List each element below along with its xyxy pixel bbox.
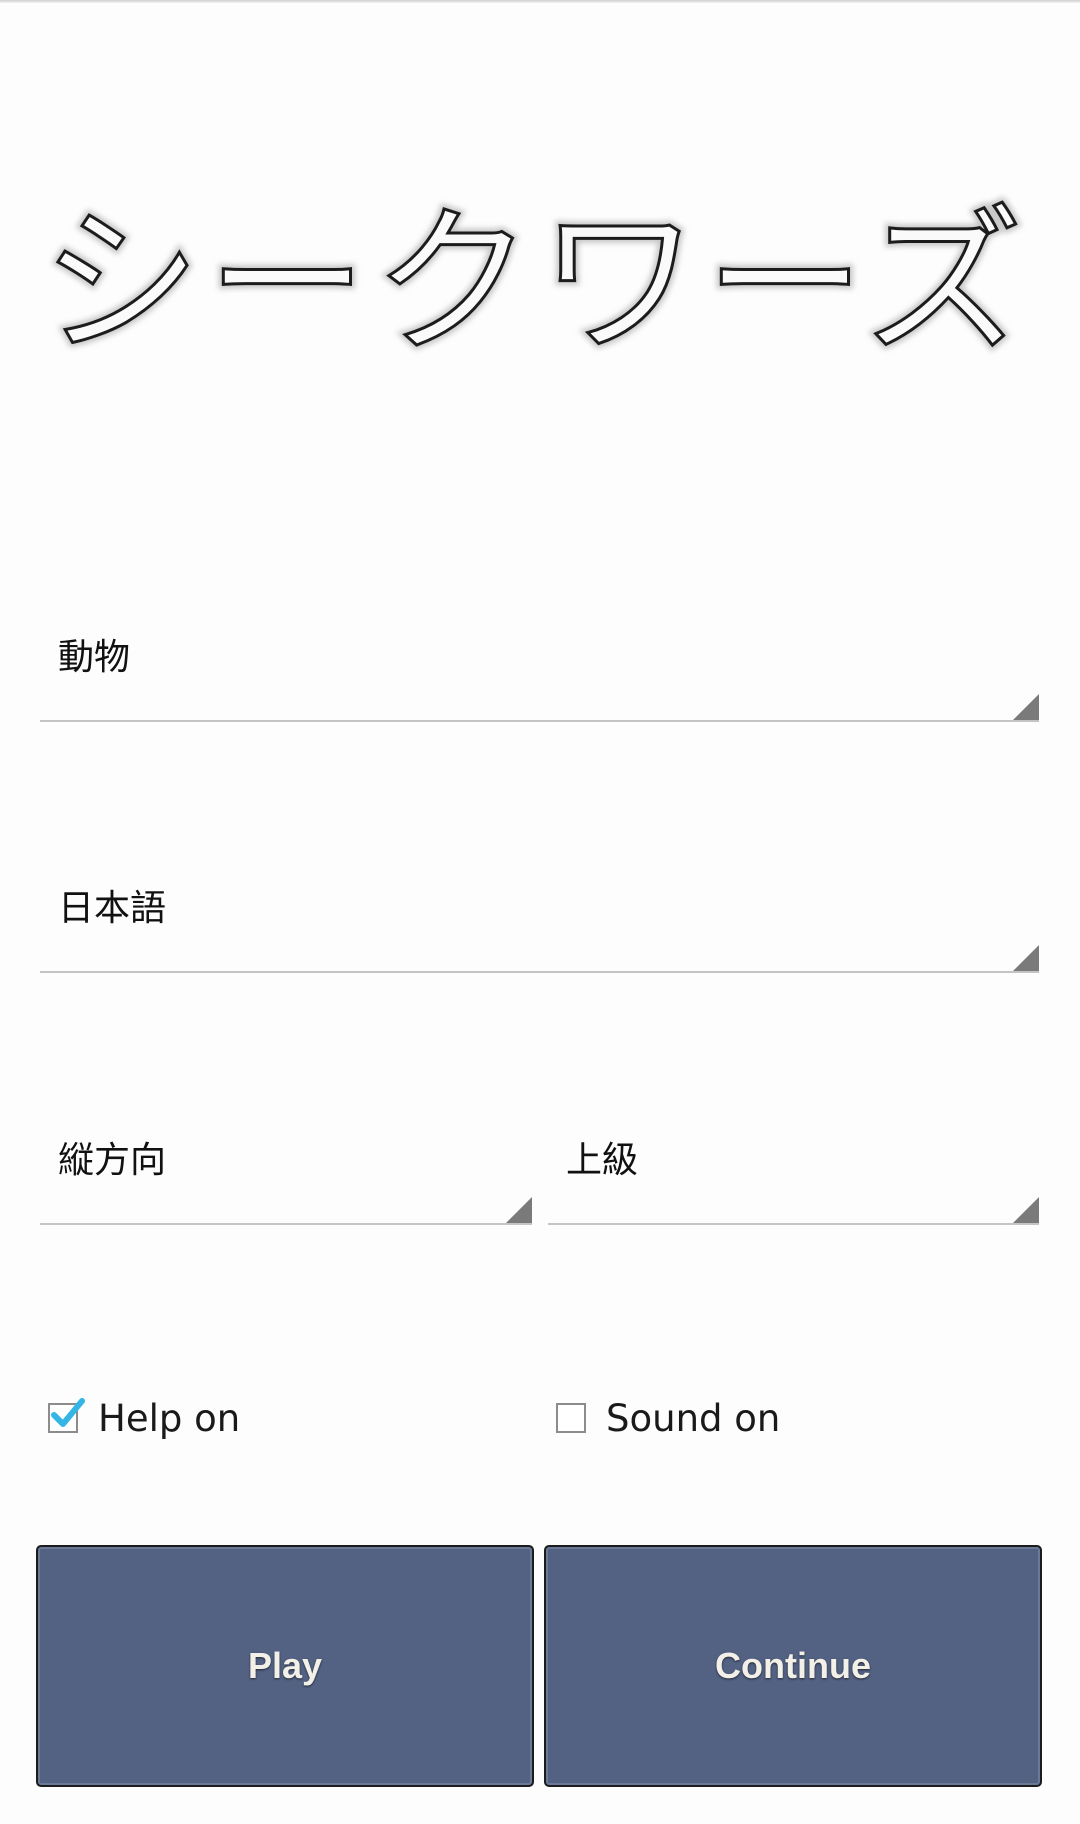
play-button[interactable]: Play bbox=[36, 1545, 534, 1787]
dropdown-arrow-icon bbox=[1013, 694, 1039, 720]
sound-checkbox[interactable]: Sound on bbox=[556, 1396, 780, 1440]
category-spinner[interactable]: 動物 bbox=[40, 636, 1039, 722]
level-spinner[interactable]: 上級 bbox=[548, 1139, 1039, 1225]
sound-checkbox-label: Sound on bbox=[606, 1396, 781, 1440]
continue-button[interactable]: Continue bbox=[544, 1545, 1042, 1787]
top-divider bbox=[0, 0, 1080, 3]
checkmark-icon bbox=[51, 1398, 85, 1427]
direction-spinner-value: 縦方向 bbox=[58, 1140, 167, 1181]
dropdown-arrow-icon bbox=[1013, 945, 1039, 971]
direction-spinner[interactable]: 縦方向 bbox=[40, 1139, 532, 1225]
language-spinner-value: 日本語 bbox=[58, 888, 167, 929]
dropdown-arrow-icon bbox=[1013, 1197, 1039, 1223]
help-checkbox-box[interactable] bbox=[48, 1398, 85, 1433]
help-checkbox-label: Help on bbox=[98, 1396, 241, 1440]
app-logo: シークワーズ シークワーズ bbox=[40, 190, 1040, 380]
dropdown-arrow-icon bbox=[506, 1197, 532, 1223]
sound-checkbox-box[interactable] bbox=[556, 1403, 586, 1433]
language-spinner[interactable]: 日本語 bbox=[40, 887, 1039, 973]
help-checkbox[interactable]: Help on bbox=[48, 1396, 240, 1440]
category-spinner-value: 動物 bbox=[58, 637, 131, 678]
level-spinner-value: 上級 bbox=[566, 1140, 639, 1181]
app-logo-outline: シークワーズ bbox=[41, 190, 1029, 376]
